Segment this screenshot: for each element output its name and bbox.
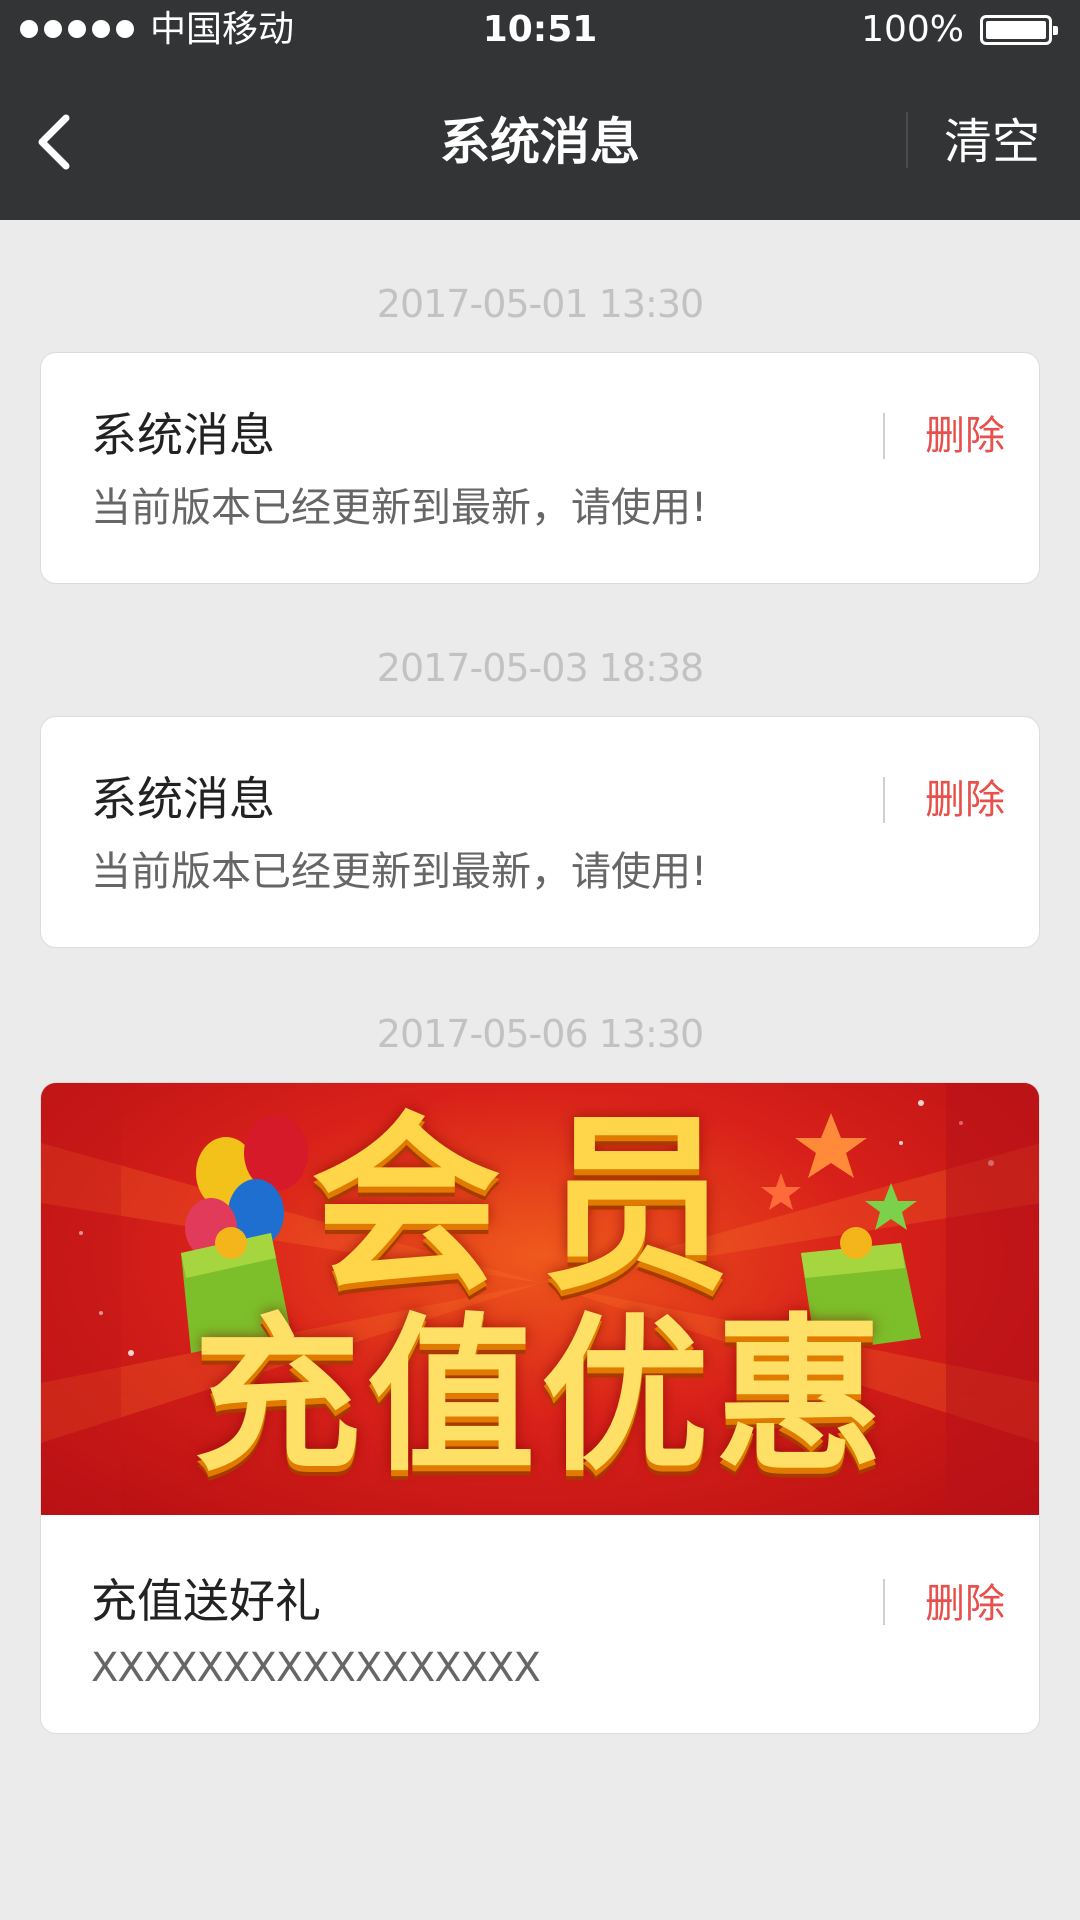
delete-button[interactable]: 删除 [925,775,1005,825]
delete-divider [883,777,885,823]
message-title: 系统消息 [91,772,275,826]
message-body: 当前版本已经更新到最新，请使用! [91,849,708,895]
nav-divider [906,112,908,168]
message-title: 系统消息 [91,408,275,462]
message-card[interactable]: 系统消息 当前版本已经更新到最新，请使用! 删除 [40,352,1040,584]
message-timestamp: 2017-05-06 13:30 [376,1012,704,1056]
promo-message-card[interactable]: 会员 充值优惠 充值送好礼 XXXXXXXXXXXXXXXXX 删除 [40,1082,1040,1734]
message-timestamp: 2017-05-01 13:30 [376,282,704,326]
message-body: 当前版本已经更新到最新，请使用! [91,485,708,531]
banner-subheadline: 充值优惠 [193,1298,889,1494]
promo-banner-image[interactable]: 会员 充值优惠 [41,1083,1039,1515]
delete-divider [883,413,885,459]
page-title: 系统消息 [440,113,640,171]
battery-percent: 100% [861,9,964,50]
delete-divider [883,1579,885,1625]
delete-button[interactable]: 删除 [925,1579,1005,1629]
status-bar: 中国移动 10:51 100% [0,0,1080,62]
message-title: 充值送好礼 [91,1574,321,1628]
banner-headline: 会员 [310,1095,771,1316]
message-body: XXXXXXXXXXXXXXXXX [91,1645,541,1691]
message-timestamp: 2017-05-03 18:38 [376,646,704,690]
nav-bar: 系统消息 清空 [0,62,1080,220]
clear-button[interactable]: 清空 [944,112,1040,172]
message-card[interactable]: 系统消息 当前版本已经更新到最新，请使用! 删除 [40,716,1040,948]
delete-button[interactable]: 删除 [925,411,1005,461]
battery-icon [980,15,1058,45]
